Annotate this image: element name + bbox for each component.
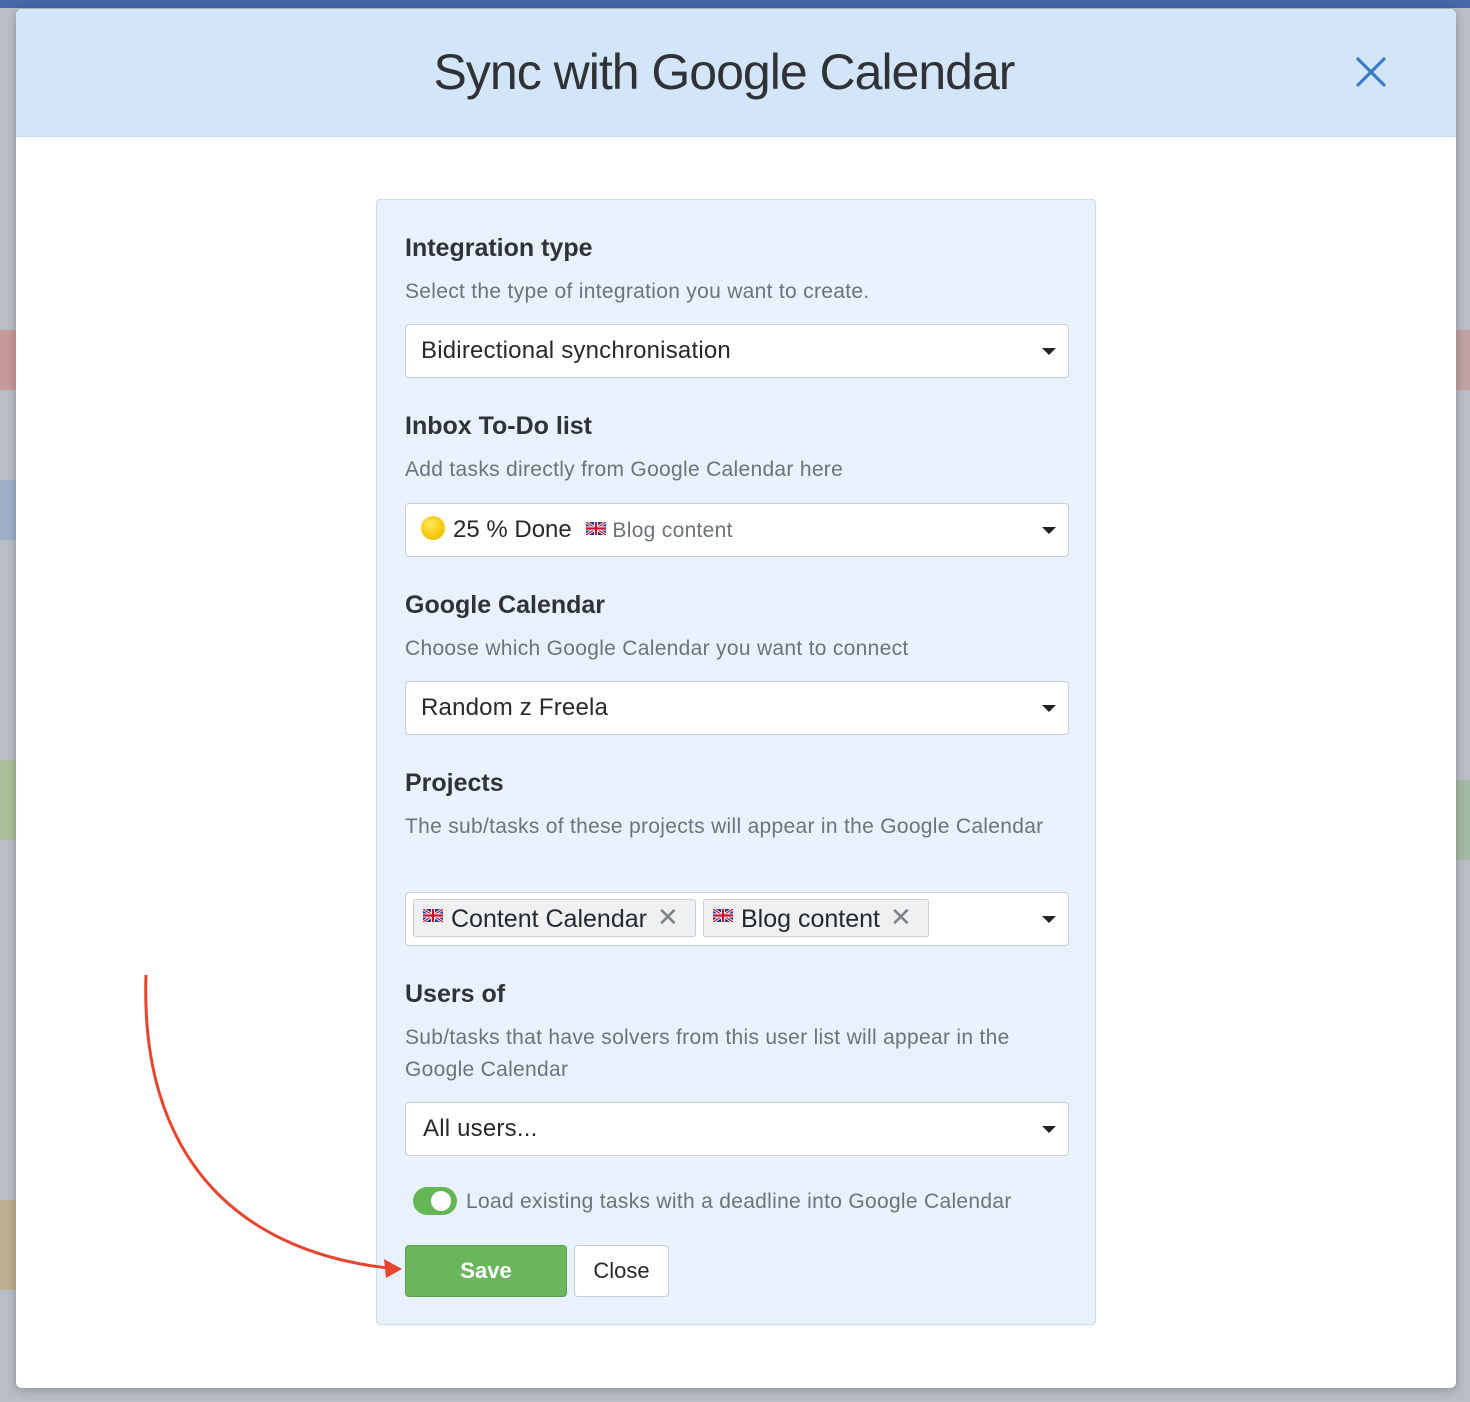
google-calendar-description: Choose which Google Calendar you want to…: [405, 637, 909, 660]
integration-form: Integration type Select the type of inte…: [376, 199, 1096, 1325]
background-band: [1456, 330, 1470, 390]
load-existing-toggle[interactable]: [413, 1187, 457, 1215]
google-calendar-value: Random z Freela: [421, 694, 609, 721]
background-band: [0, 760, 16, 840]
users-value: All users...: [423, 1115, 538, 1142]
toggle-knob: [431, 1191, 451, 1211]
google-calendar-select[interactable]: Random z Freela: [405, 681, 1069, 735]
projects-multiselect[interactable]: Content Calendar ✕ Blog content ✕: [405, 892, 1069, 946]
integration-type-description: Select the type of integration you want …: [405, 280, 870, 303]
inbox-project-name: Blog content: [612, 519, 733, 542]
background-top-strip: [0, 0, 1470, 8]
chevron-down-icon: [1042, 348, 1056, 355]
project-tag-label: Content Calendar: [451, 905, 647, 933]
background-band: [0, 330, 16, 390]
uk-flag-icon: [713, 908, 733, 922]
background-band: [0, 480, 16, 540]
save-button[interactable]: Save: [405, 1245, 567, 1297]
uk-flag-icon: [423, 908, 443, 922]
uk-flag-icon: [586, 522, 607, 536]
load-existing-label: Load existing tasks with a deadline into…: [466, 1190, 1012, 1213]
background-band: [1456, 780, 1470, 860]
project-tag: Content Calendar ✕: [413, 899, 696, 937]
yellow-circle-icon: [421, 515, 445, 540]
inbox-select[interactable]: 25 % Done Blog content: [405, 503, 1069, 557]
users-select[interactable]: All users...: [405, 1102, 1069, 1156]
project-tag: Blog content ✕: [703, 899, 929, 937]
inbox-description: Add tasks directly from Google Calendar …: [405, 458, 844, 481]
integration-type-value: Bidirectional synchronisation: [421, 337, 731, 364]
chevron-down-icon: [1042, 527, 1056, 534]
chevron-down-icon: [1042, 1126, 1056, 1133]
close-icon[interactable]: [1352, 53, 1390, 91]
remove-tag-icon[interactable]: ✕: [657, 902, 679, 933]
sync-modal: Sync with Google Calendar Integration ty…: [16, 9, 1456, 1388]
modal-header: Sync with Google Calendar: [16, 9, 1456, 137]
users-title: Users of: [405, 980, 506, 1008]
chevron-down-icon: [1042, 916, 1056, 923]
google-calendar-title: Google Calendar: [405, 591, 606, 619]
modal-title: Sync with Google Calendar: [433, 44, 1016, 100]
inbox-title: Inbox To-Do list: [405, 412, 593, 440]
integration-type-title: Integration type: [405, 234, 593, 262]
integration-type-select[interactable]: Bidirectional synchronisation: [405, 324, 1069, 378]
remove-tag-icon[interactable]: ✕: [890, 902, 912, 933]
inbox-list-name: 25 % Done: [453, 516, 572, 543]
close-button[interactable]: Close: [574, 1245, 669, 1297]
projects-description: The sub/tasks of these projects will app…: [405, 815, 1044, 838]
chevron-down-icon: [1042, 705, 1056, 712]
background-band: [0, 1200, 16, 1290]
projects-title: Projects: [405, 769, 504, 797]
users-description: Sub/tasks that have solvers from this us…: [405, 1026, 1010, 1081]
project-tag-label: Blog content: [741, 905, 880, 933]
